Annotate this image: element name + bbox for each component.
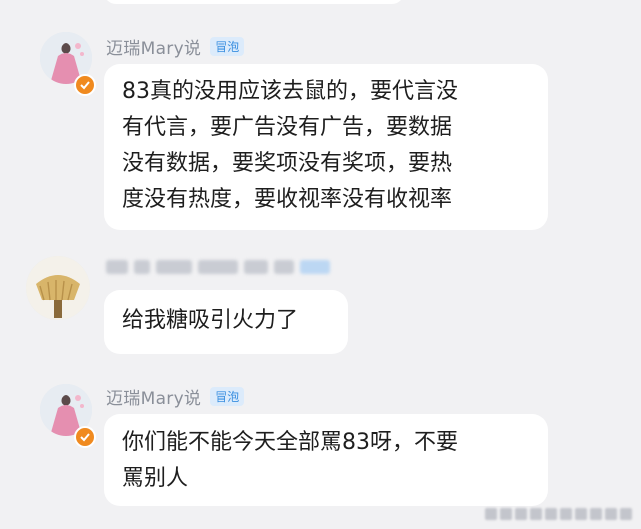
message-line: 罵别人: [122, 466, 189, 491]
sender-row: 迈瑞Mary说 冒泡: [106, 384, 245, 409]
previous-message-bubble: [104, 0, 404, 4]
watermark: [485, 507, 635, 521]
sender-name-blurred: [106, 260, 330, 274]
sender-name[interactable]: 迈瑞Mary说: [106, 34, 201, 59]
message-line: 有代言，要广告没有广告，要数据: [122, 115, 453, 140]
message-line: 度没有热度，要收视率没有收视率: [122, 187, 453, 212]
message-bubble[interactable]: 给我糖吸引火力了: [104, 290, 348, 354]
message-line: 没有数据，要奖项没有奖项，要热: [122, 151, 453, 176]
message-bubble[interactable]: 83真的没用应该去鼠的，要代言没 有代言，要广告没有广告，要数据 没有数据，要奖…: [104, 64, 548, 230]
avatar[interactable]: [26, 256, 90, 320]
broom-avatar: [26, 256, 90, 320]
sender-row: 迈瑞Mary说 冒泡: [106, 34, 245, 59]
sender-name[interactable]: 迈瑞Mary说: [106, 384, 201, 409]
message-line: 83真的没用应该去鼠的，要代言没: [122, 79, 458, 104]
status-badge: 冒泡: [210, 37, 245, 56]
message-bubble[interactable]: 你们能不能今天全部罵83呀，不要 罵别人: [104, 414, 548, 506]
message-line: 给我糖吸引火力了: [122, 308, 299, 333]
status-badge: 冒泡: [210, 387, 245, 406]
verified-check-icon: [74, 74, 96, 96]
message-line: 你们能不能今天全部罵83呀，不要: [122, 430, 458, 455]
verified-check-icon: [74, 426, 96, 448]
